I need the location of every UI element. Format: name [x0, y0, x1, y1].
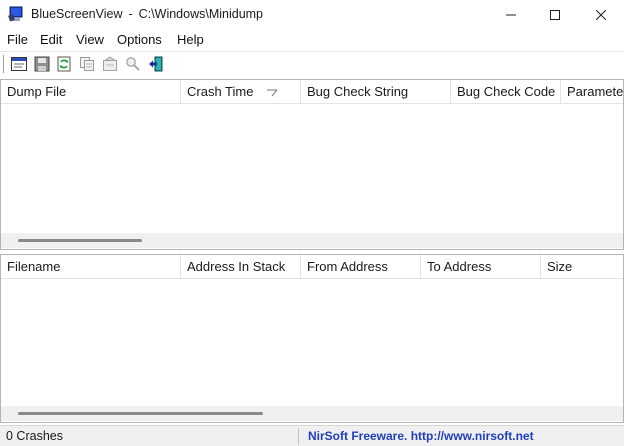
find-button[interactable]: [124, 55, 142, 73]
properties-icon: [11, 57, 27, 71]
sort-ascending-icon: [267, 89, 277, 97]
title-bar: BlueScreenView - C:\Windows\Minidump: [0, 0, 624, 30]
driver-list-hscrollbar[interactable]: [1, 406, 623, 421]
menu-bar: File Edit View Options Help: [0, 30, 624, 50]
driver-list-header: Filename Address In Stack From Address T…: [1, 255, 623, 279]
html-report-button[interactable]: [101, 55, 119, 73]
maximize-button[interactable]: [532, 0, 578, 30]
close-button[interactable]: [578, 0, 624, 30]
driver-list-panel[interactable]: Filename Address In Stack From Address T…: [0, 254, 624, 423]
driver-list-body[interactable]: [1, 279, 623, 406]
crash-list-body[interactable]: [1, 104, 623, 233]
bluescreen-app-icon: [8, 6, 24, 22]
status-bar: 0 Crashes NirSoft Freeware. http://www.n…: [0, 425, 624, 446]
menu-view[interactable]: View: [76, 32, 104, 47]
toolbar: [0, 51, 624, 76]
refresh-button[interactable]: [55, 55, 73, 73]
column-bug-check-code[interactable]: Bug Check Code: [451, 80, 561, 103]
crash-list-header: Dump File Crash Time Bug Check String Bu…: [1, 80, 623, 104]
window-title-app: BlueScreenView: [31, 7, 123, 21]
menu-options[interactable]: Options: [117, 32, 162, 47]
column-crash-time[interactable]: Crash Time: [181, 80, 301, 103]
column-to-address[interactable]: To Address: [421, 255, 541, 278]
toolbar-grip: [3, 55, 5, 73]
window-title: BlueScreenView - C:\Windows\Minidump: [31, 7, 263, 21]
minimize-button[interactable]: [488, 0, 534, 30]
column-crash-time-label: Crash Time: [187, 84, 254, 99]
menu-help[interactable]: Help: [177, 32, 204, 47]
crash-list-hscroll-thumb[interactable]: [18, 239, 142, 242]
find-icon: [126, 57, 140, 71]
driver-list-hscroll-thumb[interactable]: [18, 412, 263, 415]
minimize-icon: [506, 14, 516, 16]
nirsoft-link[interactable]: NirSoft Freeware. http://www.nirsoft.net: [308, 426, 534, 446]
copy-icon: [80, 57, 94, 71]
crash-list-hscrollbar[interactable]: [1, 233, 623, 248]
exit-icon: [149, 56, 163, 72]
copy-button[interactable]: [78, 55, 96, 73]
column-parameter[interactable]: Parameter: [561, 80, 623, 103]
html-report-icon: [103, 56, 117, 71]
window-title-path: C:\Windows\Minidump: [138, 7, 264, 21]
window-title-separator: -: [128, 7, 133, 21]
maximize-icon: [550, 10, 560, 20]
menu-edit[interactable]: Edit: [40, 32, 62, 47]
close-icon: [596, 10, 606, 20]
properties-button[interactable]: [10, 55, 28, 73]
column-address-in-stack[interactable]: Address In Stack: [181, 255, 301, 278]
status-crash-count: 0 Crashes: [6, 429, 63, 443]
column-bug-check-string[interactable]: Bug Check String: [301, 80, 451, 103]
crash-list-panel[interactable]: Dump File Crash Time Bug Check String Bu…: [0, 79, 624, 250]
column-from-address[interactable]: From Address: [301, 255, 421, 278]
refresh-icon: [57, 56, 71, 72]
menu-file[interactable]: File: [7, 32, 28, 47]
exit-button[interactable]: [147, 55, 165, 73]
column-dump-file[interactable]: Dump File: [1, 80, 181, 103]
column-filename[interactable]: Filename: [1, 255, 181, 278]
column-size[interactable]: Size: [541, 255, 623, 278]
status-separator: [298, 428, 299, 445]
save-icon: [34, 56, 50, 72]
save-button[interactable]: [33, 55, 51, 73]
